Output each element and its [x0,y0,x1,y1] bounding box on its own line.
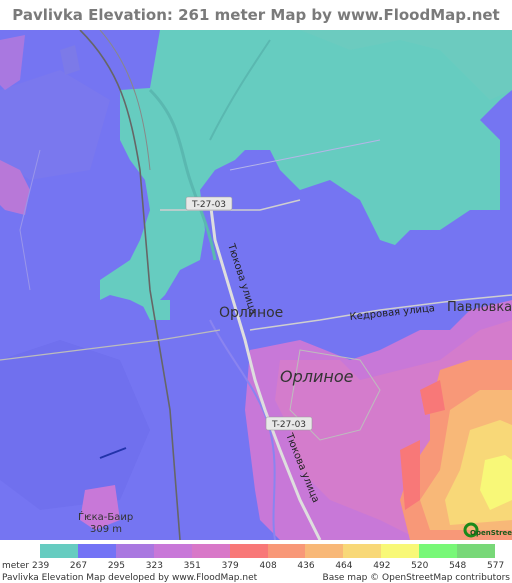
legend-swatch [40,544,79,558]
place-label: Орлиное [219,305,283,321]
legend-tick-label: 520 [411,561,429,571]
legend-tick-label: 408 [259,561,277,571]
legend-tick-label: 351 [183,561,201,571]
road-label: T-27-03 [191,200,226,210]
legend-tick-label: 436 [297,561,315,571]
legend-swatch [457,544,496,558]
road-badge-t2703-bottom: T-27-03 [265,416,313,431]
legend-swatch [153,544,193,558]
legend-swatch [343,544,382,558]
legend-tick-label: 239 [32,561,50,571]
elevation-legend: meter 239 267 295 323 351 379 408 436 464 492 520 5… [0,540,512,583]
legend-swatch [305,544,344,558]
map-canvas[interactable]: T-27-03 T-27-03 Тюкова улица Тюкова улиц… [0,30,512,540]
legend-tick-label: 267 [69,561,88,571]
legend-swatch [229,544,268,558]
place-label: Павловка [447,300,512,315]
peak-elevation-label: 309 m [90,524,122,535]
legend-tick-label: 323 [145,561,163,571]
legend-tick-label: 577 [487,561,505,571]
legend-swatch [267,544,306,558]
legend-tick-label: 295 [107,561,126,571]
road-label: T-27-03 [271,420,306,430]
place-label: Орлиное [280,367,354,386]
legend-swatch [115,544,155,558]
elevation-map[interactable]: T-27-03 T-27-03 Тюкова улица Тюкова улиц… [0,30,512,540]
page-title: Pavlivka Elevation: 261 meter Map by www… [0,0,512,54]
legend-swatch [77,544,117,558]
legend-tick-label: 548 [449,561,467,571]
osm-badge[interactable]: OpenStreetMap [470,529,512,537]
legend-tick-label: 464 [335,561,353,571]
peak-label: Ѓѥка-Баир [78,510,133,523]
legend-unit-label: meter [2,561,30,571]
road-badge-t2703-top: T-27-03 [185,196,233,211]
legend-tick-label: 379 [221,561,239,571]
legend-swatch [191,544,231,558]
legend-swatch [419,544,458,558]
legend-tick-label: 492 [373,561,391,571]
legend-swatch [381,544,420,558]
